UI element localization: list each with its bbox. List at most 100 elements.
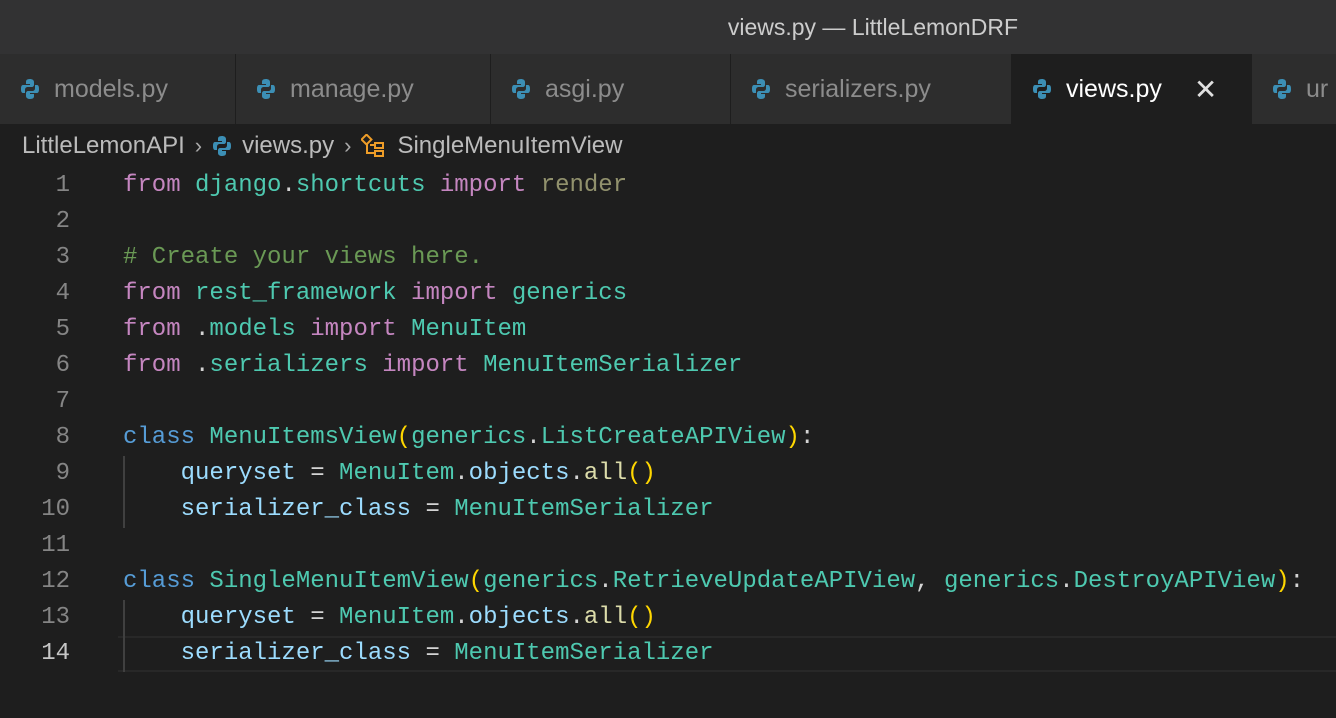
code-token: shortcuts (295, 172, 426, 199)
code-token: generics (497, 280, 628, 307)
tab-asgi-py[interactable]: asgi.py (491, 54, 731, 124)
code-line[interactable]: 2 (0, 204, 1336, 240)
code-token: import (396, 280, 498, 307)
code-token: generics (483, 568, 599, 595)
code-line[interactable]: 7 (0, 384, 1336, 420)
tab-views-py[interactable]: views.py ✕ (1012, 54, 1252, 124)
line-number: 8 (55, 424, 70, 451)
code-token: : (1289, 568, 1305, 595)
code-text: # Create your views here. (123, 240, 483, 276)
line-number: 7 (55, 388, 70, 415)
code-token: MenuItemSerializer (468, 352, 743, 379)
code-token: ( (468, 568, 484, 595)
code-token: queryset (123, 604, 296, 631)
python-file-icon (512, 79, 530, 99)
line-number: 12 (41, 568, 70, 595)
python-file-icon (21, 79, 39, 99)
code-token: generics (943, 568, 1060, 595)
code-token: SingleMenuItemView (195, 568, 469, 595)
code-token: MenuItem (339, 460, 455, 487)
line-number: 4 (55, 280, 70, 307)
code-token: # Create your views here. (123, 244, 484, 271)
chevron-right-icon: › (194, 133, 203, 158)
tab-label: ur (1306, 74, 1329, 103)
code-token: import (425, 172, 527, 199)
code-token: ( (396, 424, 412, 451)
code-token: from (123, 280, 181, 307)
code-text: from .models import MenuItem (123, 312, 526, 348)
window-title: views.py — LittleLemonDRF (727, 13, 1018, 40)
breadcrumb-folder[interactable]: LittleLemonAPI (22, 132, 185, 160)
tab-label: models.py (54, 74, 168, 103)
breadcrumb-symbol[interactable]: SingleMenuItemView (397, 132, 622, 160)
code-text: from django.shortcuts import render (123, 168, 627, 204)
tab-label: asgi.py (545, 74, 625, 103)
python-file-icon (257, 79, 275, 99)
code-token: = (295, 604, 340, 631)
line-number: 9 (55, 460, 70, 487)
python-file-icon (1033, 79, 1051, 99)
code-token: . (454, 604, 469, 631)
code-token: MenuItem (339, 604, 455, 631)
code-token: MenuItemsView (195, 424, 397, 451)
code-token: class (123, 568, 196, 595)
code-token: MenuItemSerializer (454, 640, 714, 667)
code-token: ) (785, 424, 800, 451)
code-token: . (526, 424, 541, 451)
code-token: serializer_class (123, 496, 412, 523)
code-token: . (1059, 568, 1074, 595)
code-line[interactable]: 12 class SingleMenuItemView(generics.Retr… (0, 564, 1336, 600)
code-token: () (627, 604, 656, 631)
code-token: objects (468, 604, 570, 631)
python-file-icon (213, 136, 232, 156)
code-token: = (295, 460, 340, 487)
tab-manage-py[interactable]: manage.py (236, 54, 491, 124)
code-token: all (583, 460, 628, 487)
code-token: . (454, 460, 469, 487)
code-token: render (526, 172, 628, 199)
code-line[interactable]: 4 from rest_framework import generics (0, 276, 1336, 312)
code-token: serializer_class (123, 640, 412, 667)
tab-label: manage.py (290, 74, 414, 103)
code-token: import (295, 316, 397, 343)
code-line[interactable]: 6 from .serializers import MenuItemSerial… (0, 348, 1336, 384)
code-line[interactable]: 3 # Create your views here. (0, 240, 1336, 276)
tab-label: serializers.py (785, 74, 931, 103)
code-text: serializer_class = MenuItemSerializer (123, 492, 714, 528)
tab-ur[interactable]: ur (1252, 54, 1336, 124)
code-token: : (799, 424, 815, 451)
code-text: class SingleMenuItemView(generics.Retrie… (123, 564, 1304, 600)
code-line[interactable]: 9 queryset = MenuItem.objects.all() (0, 456, 1336, 492)
code-line[interactable]: 11 (0, 528, 1336, 564)
code-token: RetrieveUpdateAPIView (612, 568, 916, 595)
line-number: 13 (41, 604, 70, 631)
code-line[interactable]: 8 class MenuItemsView(generics.ListCreate… (0, 420, 1336, 456)
code-token: . (569, 460, 584, 487)
code-token: django (180, 172, 282, 199)
code-token: from (123, 316, 181, 343)
code-token: queryset (123, 460, 296, 487)
code-line[interactable]: 5 from .models import MenuItem (0, 312, 1336, 348)
code-token: . (281, 172, 296, 199)
code-token: from (123, 172, 181, 199)
code-text: queryset = MenuItem.objects.all() (123, 600, 656, 636)
close-icon[interactable]: ✕ (1194, 73, 1217, 106)
breadcrumb-file[interactable]: views.py (242, 132, 334, 160)
code-line[interactable]: 14 serializer_class = MenuItemSerializer (0, 636, 1336, 672)
code-token: models (209, 316, 296, 343)
code-line[interactable]: 13 queryset = MenuItem.objects.all() (0, 600, 1336, 636)
tab-serializers-py[interactable]: serializers.py (731, 54, 1012, 124)
line-number: 3 (55, 244, 70, 271)
python-file-icon (752, 79, 770, 99)
code-editor[interactable]: 1 from django.shortcuts import render 2 3 # … (0, 168, 1336, 672)
line-number: 11 (41, 532, 70, 559)
line-number: 2 (55, 208, 70, 235)
tab-bar: models.py manage.py asgi.py serializers.py v… (0, 54, 1336, 124)
code-token: = (411, 640, 455, 667)
code-line[interactable]: 10 serializer_class = MenuItemSerializer (0, 492, 1336, 528)
code-line[interactable]: 1 from django.shortcuts import render (0, 168, 1336, 204)
tab-models-py[interactable]: models.py (0, 54, 236, 124)
tab-label: views.py (1066, 74, 1162, 103)
title-bar: views.py — LittleLemonDRF (0, 0, 1336, 54)
code-token: MenuItemSerializer (454, 496, 714, 523)
